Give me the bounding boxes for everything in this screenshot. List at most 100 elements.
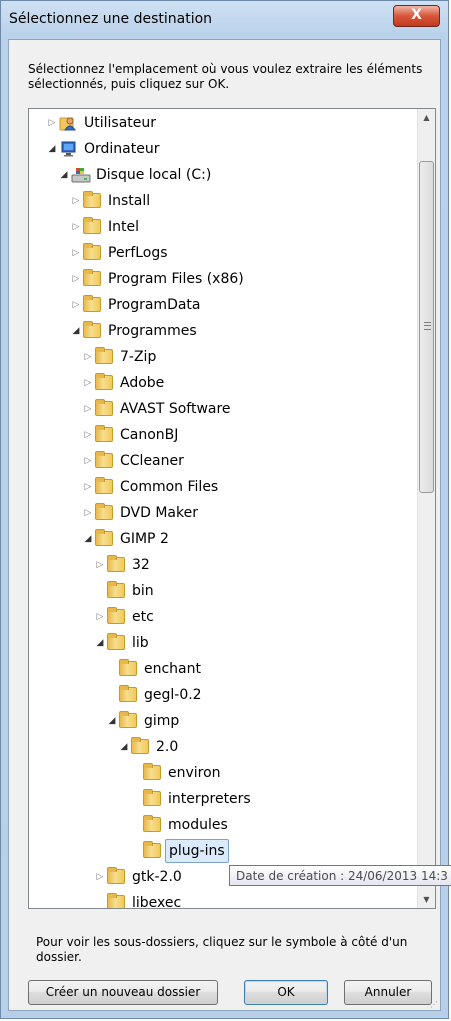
tree-item-label: etc	[132, 609, 154, 625]
close-icon: X	[411, 7, 422, 23]
collapsed-arrow-icon[interactable]: ▷	[83, 345, 93, 369]
collapsed-arrow-icon[interactable]: ▷	[71, 267, 81, 291]
expanded-arrow-icon[interactable]: ◢	[59, 163, 69, 187]
tree-item-label: 7-Zip	[120, 349, 157, 365]
folder-icon	[119, 711, 137, 728]
scroll-grip-icon	[424, 322, 431, 330]
title-bar[interactable]: Sélectionnez une destination X	[1, 1, 448, 39]
folder-icon	[83, 321, 101, 338]
tree-item-label: CCleaner	[120, 453, 184, 469]
tree-item-label: interpreters	[168, 791, 251, 807]
folder-icon	[131, 737, 149, 754]
tree-item-label: enchant	[144, 661, 201, 677]
folder-icon	[143, 789, 161, 806]
tree-scrollbar[interactable]: ▲ ▼	[417, 109, 435, 908]
tree-item-label: 2.0	[156, 739, 179, 755]
collapsed-arrow-icon[interactable]: ▷	[95, 605, 105, 629]
collapsed-arrow-icon[interactable]: ▷	[95, 865, 105, 889]
computer-icon	[59, 141, 77, 157]
tree-item-label: DVD Maker	[120, 505, 198, 521]
folder-icon	[119, 685, 137, 702]
expanded-arrow-icon[interactable]: ◢	[119, 735, 129, 759]
folder-icon	[83, 295, 101, 312]
collapsed-arrow-icon[interactable]: ▷	[71, 293, 81, 317]
folder-icon	[107, 633, 125, 650]
folder-icon	[119, 659, 137, 676]
tree-item-label: Adobe	[120, 375, 165, 391]
collapsed-arrow-icon[interactable]: ▷	[83, 449, 93, 473]
folder-icon	[107, 555, 125, 572]
folder-icon	[95, 347, 113, 364]
folder-icon	[95, 399, 113, 416]
folder-icon	[143, 763, 161, 780]
tree-item-label: Programmes	[108, 323, 197, 339]
instructions-text: Sélectionnez l'emplacement où vous voule…	[28, 62, 423, 91]
expanded-arrow-icon[interactable]: ◢	[83, 527, 93, 551]
expanded-arrow-icon[interactable]: ◢	[107, 709, 117, 733]
tree-item-label: environ	[168, 765, 221, 781]
folder-icon	[95, 425, 113, 442]
folder-icon	[95, 373, 113, 390]
tree-item-label: gimp	[144, 713, 180, 729]
tree-item-label: plug-ins	[165, 839, 229, 863]
tree-item-label: Disque local (C:)	[96, 167, 212, 183]
collapsed-arrow-icon[interactable]: ▷	[83, 423, 93, 447]
tree-item-label: bin	[132, 583, 154, 599]
tree-item-label: gtk-2.0	[132, 869, 182, 885]
new-folder-button[interactable]: Créer un nouveau dossier	[28, 980, 218, 1005]
tree-item-label: Program Files (x86)	[108, 271, 244, 287]
folder-icon	[95, 477, 113, 494]
collapsed-arrow-icon[interactable]: ▷	[71, 189, 81, 213]
folder-icon	[143, 841, 161, 858]
tree-item-label: GIMP 2	[120, 531, 169, 547]
collapsed-arrow-icon[interactable]: ▷	[83, 371, 93, 395]
collapsed-arrow-icon[interactable]: ▷	[71, 215, 81, 239]
tree-item-label: 32	[132, 557, 150, 573]
folder-icon	[107, 867, 125, 884]
tree-item-label: Common Files	[120, 479, 219, 495]
tree-item-label: Install	[108, 193, 151, 209]
folder-icon	[83, 243, 101, 260]
collapsed-arrow-icon[interactable]: ▷	[47, 111, 57, 135]
cancel-button[interactable]: Annuler	[344, 980, 432, 1005]
folder-icon	[95, 529, 113, 546]
tree-item-label: libexec	[132, 895, 182, 909]
scroll-thumb[interactable]	[419, 161, 434, 493]
dialog-title: Sélectionnez une destination	[9, 11, 213, 27]
tree-item-label: PerfLogs	[108, 245, 168, 261]
collapsed-arrow-icon[interactable]: ▷	[83, 397, 93, 421]
creation-date-tooltip: Date de création : 24/06/2013 14:3	[229, 865, 451, 886]
scroll-up-icon[interactable]: ▲	[418, 109, 435, 126]
folder-tree[interactable]: ▷ Utilisateur ◢ Ordinateur ◢ Disque local (C:…	[28, 108, 436, 909]
ok-button[interactable]: OK	[244, 980, 328, 1005]
expanded-arrow-icon[interactable]: ◢	[95, 631, 105, 655]
collapsed-arrow-icon[interactable]: ▷	[95, 553, 105, 577]
tree-item-label: Intel	[108, 219, 139, 235]
tree-item-label: ProgramData	[108, 297, 201, 313]
tree-item-label: Utilisateur	[84, 115, 157, 131]
folder-icon	[83, 269, 101, 286]
close-button[interactable]: X	[393, 5, 440, 27]
folder-icon	[83, 191, 101, 208]
drive-icon	[71, 167, 91, 183]
folder-icon	[95, 451, 113, 468]
scroll-down-icon[interactable]: ▼	[418, 891, 435, 908]
user-icon	[59, 115, 77, 131]
folder-icon	[107, 607, 125, 624]
folder-icon	[143, 815, 161, 832]
expanded-arrow-icon[interactable]: ◢	[71, 319, 81, 343]
folder-icon	[83, 217, 101, 234]
resize-grip-icon[interactable]: ⋰	[430, 1000, 440, 1010]
folder-icon	[95, 503, 113, 520]
collapsed-arrow-icon[interactable]: ▷	[71, 241, 81, 265]
expanded-arrow-icon[interactable]: ◢	[47, 137, 57, 161]
tree-item-label: AVAST Software	[120, 401, 231, 417]
collapsed-arrow-icon[interactable]: ▷	[83, 475, 93, 499]
tree-item-label: gegl-0.2	[144, 687, 202, 703]
tree-item-label: CanonBJ	[120, 427, 179, 443]
folder-icon	[107, 893, 125, 908]
hint-text: Pour voir les sous-dossiers, cliquez sur…	[36, 935, 408, 964]
collapsed-arrow-icon[interactable]: ▷	[83, 501, 93, 525]
folder-icon	[107, 581, 125, 598]
tree-item-label: lib	[132, 635, 149, 651]
